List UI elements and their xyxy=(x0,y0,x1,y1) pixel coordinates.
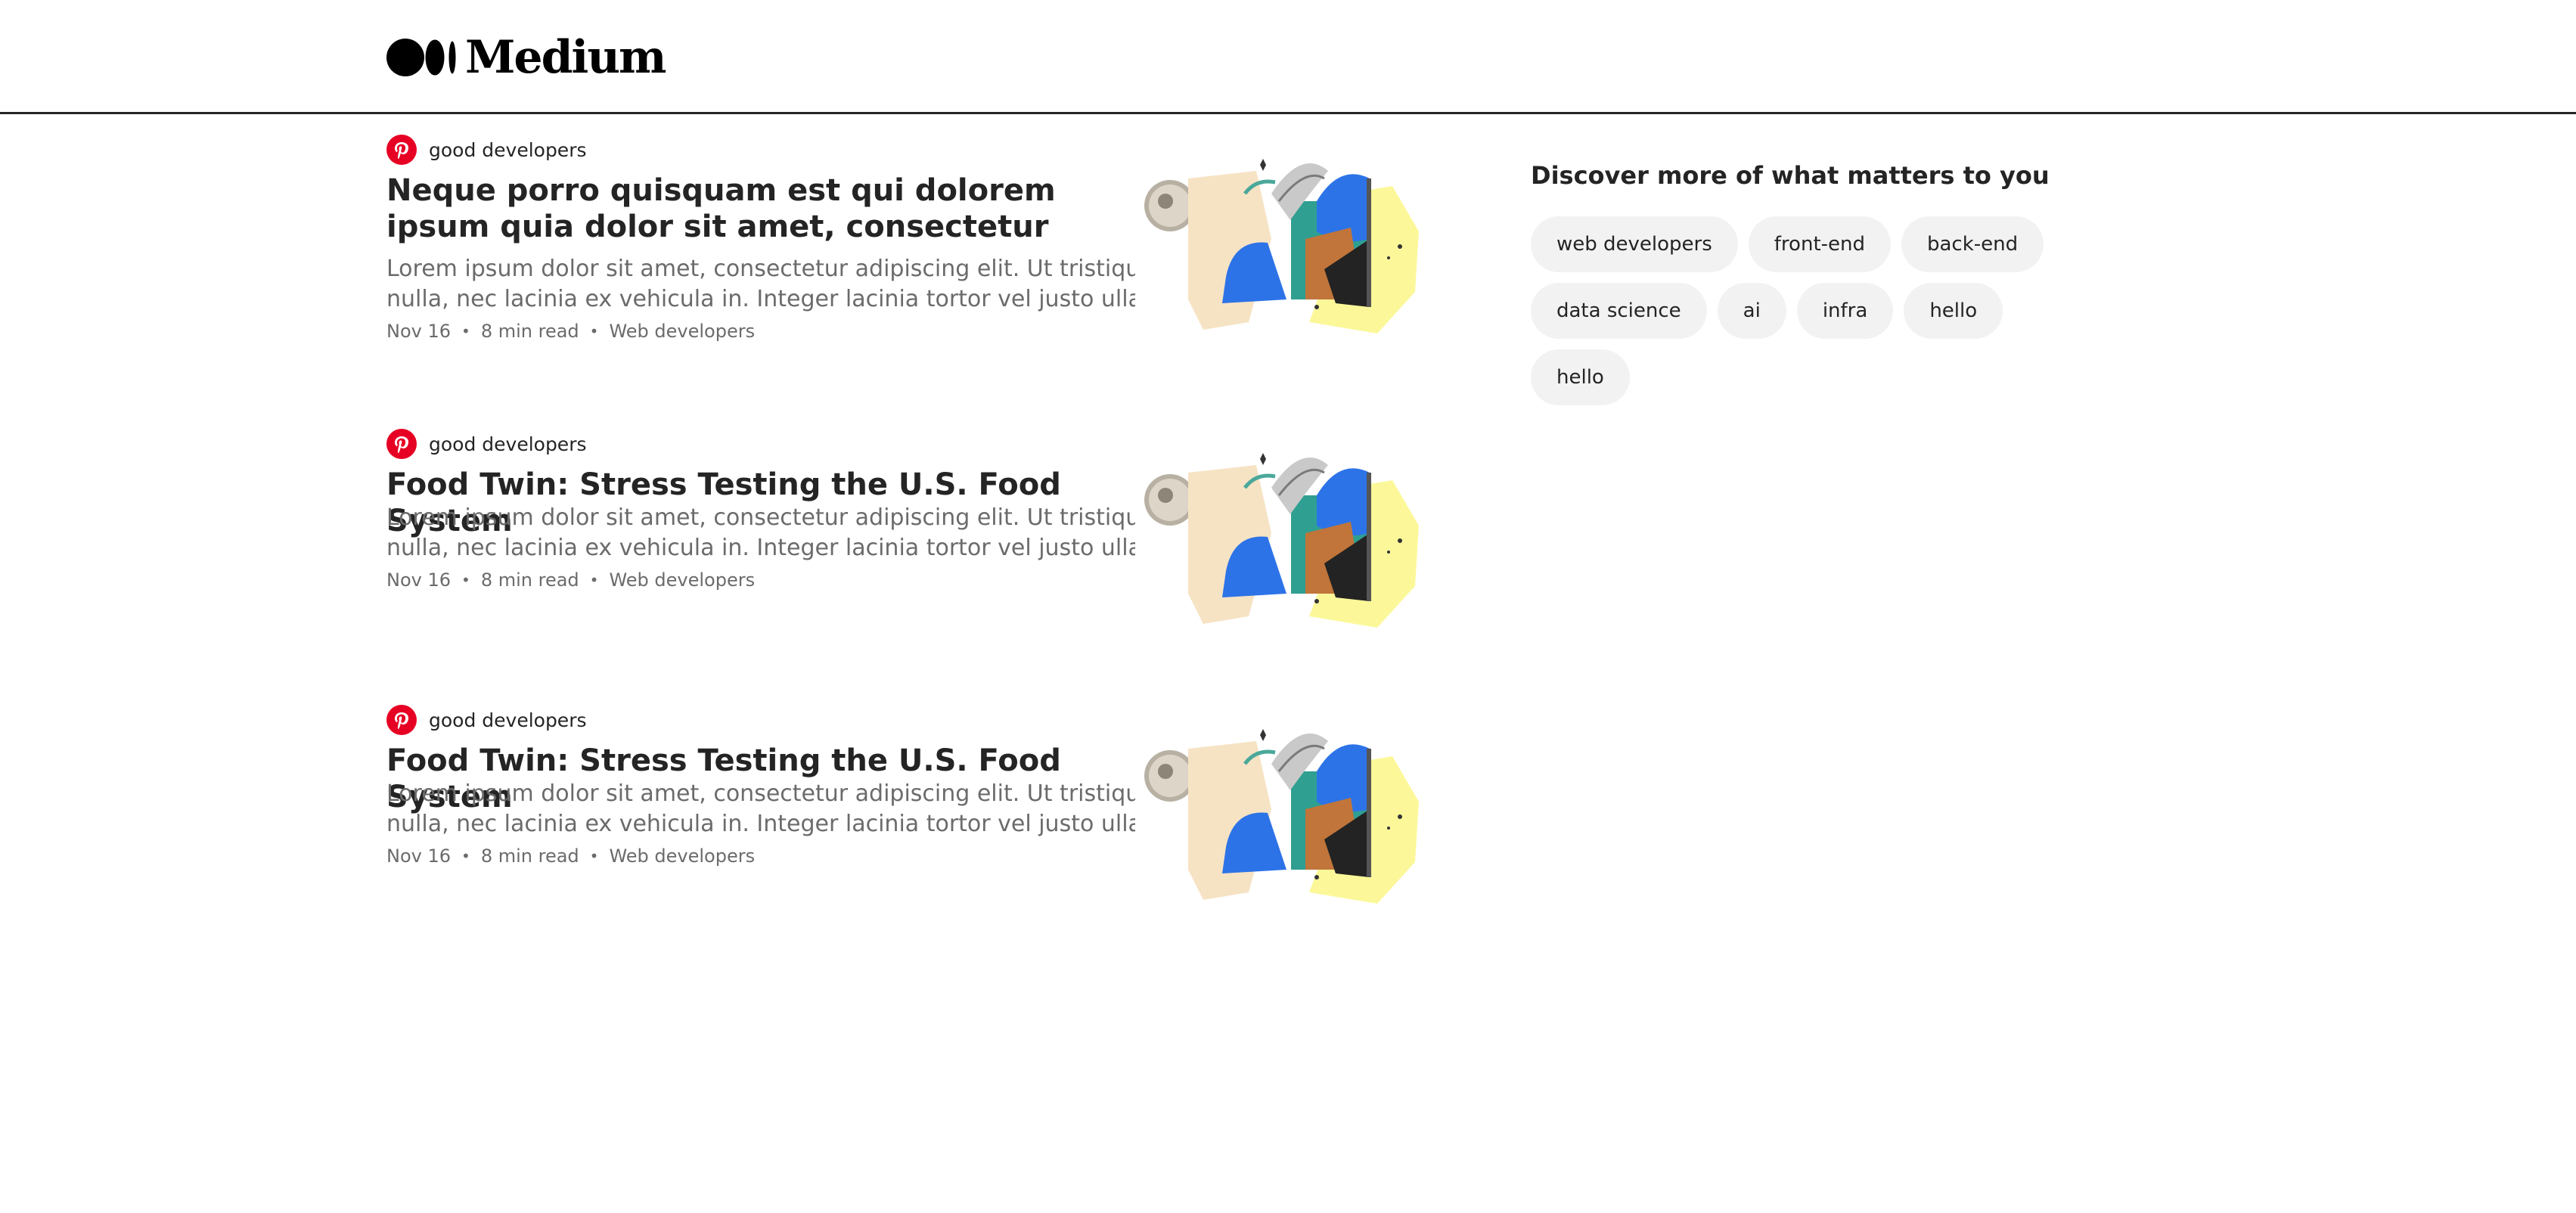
article-tag[interactable]: Web developers xyxy=(609,845,755,867)
medium-logo[interactable]: Medium xyxy=(386,31,666,84)
pinterest-logo-icon xyxy=(386,705,417,735)
article-card[interactable]: good developers Food Twin: Stress Testin… xyxy=(386,427,1430,654)
publication-row[interactable]: good developers xyxy=(386,133,587,166)
article-description[interactable]: Lorem ipsum dolor sit amet, consectetur … xyxy=(386,254,1135,315)
article-description-line-1: Lorem ipsum dolor sit amet, consectetur … xyxy=(386,256,1135,282)
article-description[interactable]: Lorem ipsum dolor sit amet, consectetur … xyxy=(386,779,1135,839)
article-tag[interactable]: Web developers xyxy=(609,321,755,342)
discover-heading: Discover more of what matters to you xyxy=(1531,161,2050,190)
meta-separator: • xyxy=(589,571,599,589)
article-thumbnail-art xyxy=(1144,453,1419,628)
publication-name[interactable]: good developers xyxy=(429,433,587,455)
article-meta: Nov 16 • 8 min read • Web developers xyxy=(386,321,755,342)
article-meta: Nov 16 • 8 min read • Web developers xyxy=(386,845,755,867)
article-read-time: 8 min read xyxy=(480,321,579,342)
article-date: Nov 16 xyxy=(386,845,452,867)
top-header: Medium xyxy=(0,0,2576,114)
meta-separator: • xyxy=(461,847,470,865)
topic-chip-hello[interactable]: hello xyxy=(1904,283,2003,339)
article-thumbnail[interactable] xyxy=(1143,718,1430,915)
article-meta: Nov 16 • 8 min read • Web developers xyxy=(386,569,755,591)
article-tag[interactable]: Web developers xyxy=(609,569,755,591)
pinterest-p-glyph xyxy=(395,712,408,729)
medium-logo-icon xyxy=(386,39,456,76)
article-date: Nov 16 xyxy=(386,569,452,591)
meta-separator: • xyxy=(461,571,470,589)
pinterest-logo-icon xyxy=(386,429,417,459)
publication-name[interactable]: good developers xyxy=(429,139,587,161)
pinterest-p-glyph xyxy=(395,436,408,453)
topic-chip-infra[interactable]: infra xyxy=(1796,283,1894,339)
topic-chip-list: web developers front-end back-end data s… xyxy=(1531,216,2106,405)
meta-separator: • xyxy=(461,322,470,340)
pinterest-p-glyph xyxy=(395,142,408,159)
article-card[interactable]: good developers Neque porro quisquam est… xyxy=(386,133,1430,360)
topic-chip-ai[interactable]: ai xyxy=(1717,283,1786,339)
article-thumbnail-art xyxy=(1144,729,1419,904)
pinterest-logo-icon xyxy=(386,135,417,165)
publication-name[interactable]: good developers xyxy=(429,709,587,731)
article-thumbnail[interactable] xyxy=(1143,148,1430,345)
topic-chip-front-end[interactable]: front-end xyxy=(1748,216,1891,272)
topic-chip-back-end[interactable]: back-end xyxy=(1901,216,2044,272)
article-read-time: 8 min read xyxy=(480,569,579,591)
article-description[interactable]: Lorem ipsum dolor sit amet, consectetur … xyxy=(386,503,1135,563)
article-card[interactable]: good developers Food Twin: Stress Testin… xyxy=(386,703,1430,930)
article-description-line-2: nulla, nec lacinia ex vehicula in. Integ… xyxy=(386,535,1135,561)
article-title[interactable]: Neque porro quisquam est qui dolorem ips… xyxy=(386,172,1143,245)
article-thumbnail-art xyxy=(1144,159,1419,333)
topic-chip-data-science[interactable]: data science xyxy=(1531,283,1707,339)
meta-separator: • xyxy=(589,322,599,340)
article-description-line-2: nulla, nec lacinia ex vehicula in. Integ… xyxy=(386,286,1135,312)
meta-separator: • xyxy=(589,847,599,865)
article-description-line-2: nulla, nec lacinia ex vehicula in. Integ… xyxy=(386,811,1135,837)
topic-chip-hello-2[interactable]: hello xyxy=(1531,349,1630,405)
publication-row[interactable]: good developers xyxy=(386,703,587,737)
article-thumbnail[interactable] xyxy=(1143,442,1430,639)
discover-topics-panel: Discover more of what matters to you web… xyxy=(1531,159,2136,405)
article-date: Nov 16 xyxy=(386,321,452,342)
article-description-line-1: Lorem ipsum dolor sit amet, consectetur … xyxy=(386,504,1135,531)
publication-row[interactable]: good developers xyxy=(386,427,587,461)
topic-chip-web-developers[interactable]: web developers xyxy=(1531,216,1738,272)
logo-text: Medium xyxy=(465,31,666,84)
article-read-time: 8 min read xyxy=(480,845,579,867)
article-description-line-1: Lorem ipsum dolor sit amet, consectetur … xyxy=(386,780,1135,807)
